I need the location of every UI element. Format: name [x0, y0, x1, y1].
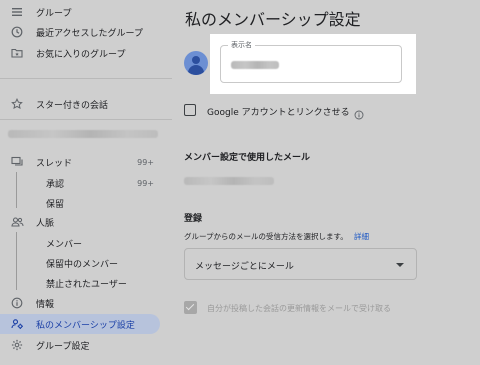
- sidebar-item-label: メンバー: [46, 239, 83, 250]
- people-icon: [10, 215, 24, 229]
- sidebar-item-people[interactable]: 人脈: [0, 212, 172, 232]
- delivery-select-value: メッセージごとにメール: [195, 262, 294, 272]
- email-section-title: メンバー設定で使用したメール: [184, 153, 311, 163]
- sidebar-item-threads[interactable]: スレッド 99+: [0, 152, 172, 172]
- sidebar-item-favorites[interactable]: お気に入りのグループ: [0, 43, 172, 63]
- sidebar-item-label: スター付きの会話: [36, 100, 109, 111]
- avatar-head: [192, 56, 200, 64]
- sidebar-item-label: 人脈: [36, 218, 55, 229]
- group-name-redacted: [8, 130, 158, 138]
- folder-star-icon: [10, 46, 24, 60]
- display-name-value-redacted: [231, 61, 279, 69]
- sidebar-divider: [0, 78, 172, 79]
- sidebar-item-pending[interactable]: 保留: [0, 193, 172, 213]
- page-title: 私のメンバーシップ設定: [185, 10, 361, 29]
- sidebar-divider: [0, 119, 172, 120]
- sidebar-item-pending-members[interactable]: 保留中のメンバー: [0, 253, 172, 273]
- threads-icon: [10, 155, 24, 169]
- delivery-select[interactable]: メッセージごとにメール: [184, 248, 417, 280]
- display-name-label: 表示名: [228, 40, 255, 50]
- sidebar-item-groups[interactable]: グループ: [0, 2, 172, 22]
- membership-icon: [10, 317, 24, 331]
- sidebar-item-label: 禁止されたユーザー: [46, 279, 127, 290]
- sidebar-item-label: 承認: [46, 179, 65, 190]
- gear-icon: [10, 338, 24, 352]
- clock-icon: [10, 25, 24, 39]
- email-value-redacted: [184, 177, 274, 185]
- subscription-description: グループからのメールの受信方法を選択します。: [184, 232, 348, 241]
- info-icon[interactable]: [354, 105, 364, 120]
- sidebar-item-count: 99+: [137, 157, 154, 167]
- details-link[interactable]: 詳細: [354, 231, 369, 242]
- auto-subscribe-label: 自分が投稿した会話の更新情報をメールで受け取る: [207, 304, 391, 313]
- sidebar-item-label: 保留中のメンバー: [46, 259, 119, 270]
- link-account-checkbox[interactable]: [184, 104, 196, 116]
- subscription-title: 登録: [184, 214, 203, 224]
- sidebar-item-label: スレッド: [36, 158, 73, 169]
- sidebar-item-recent[interactable]: 最近アクセスしたグループ: [0, 22, 172, 42]
- sidebar-item-my-membership[interactable]: 私のメンバーシップ設定: [0, 314, 160, 334]
- sidebar-item-approval[interactable]: 承認 99+: [0, 173, 172, 193]
- sidebar-item-label: 最近アクセスしたグループ: [36, 28, 144, 39]
- sidebar-item-label: 保留: [46, 199, 65, 210]
- star-icon: [10, 97, 24, 111]
- groups-icon: [10, 5, 24, 19]
- link-account-label: Google アカウントとリンクさせる: [207, 108, 350, 118]
- sidebar-item-label: 私のメンバーシップ設定: [36, 320, 135, 331]
- sidebar-item-banned[interactable]: 禁止されたユーザー: [0, 273, 172, 293]
- sidebar-item-label: 情報: [36, 299, 55, 310]
- display-name-field[interactable]: [220, 45, 402, 83]
- sidebar-item-group-settings[interactable]: グループ設定: [0, 335, 172, 355]
- info-icon: [10, 296, 24, 310]
- sidebar-item-members[interactable]: メンバー: [0, 233, 172, 253]
- sidebar-item-label: お気に入りのグループ: [36, 49, 126, 60]
- avatar: [184, 51, 208, 75]
- sidebar-item-count: 99+: [137, 178, 154, 188]
- sidebar-item-label: グループ設定: [36, 341, 90, 352]
- sidebar-item-starred[interactable]: スター付きの会話: [0, 94, 172, 114]
- sidebar-item-info[interactable]: 情報: [0, 293, 172, 313]
- auto-subscribe-checkbox[interactable]: [184, 301, 197, 314]
- dropdown-arrow-icon: [396, 263, 404, 267]
- sidebar-item-label: グループ: [36, 8, 72, 19]
- avatar-body: [188, 65, 204, 75]
